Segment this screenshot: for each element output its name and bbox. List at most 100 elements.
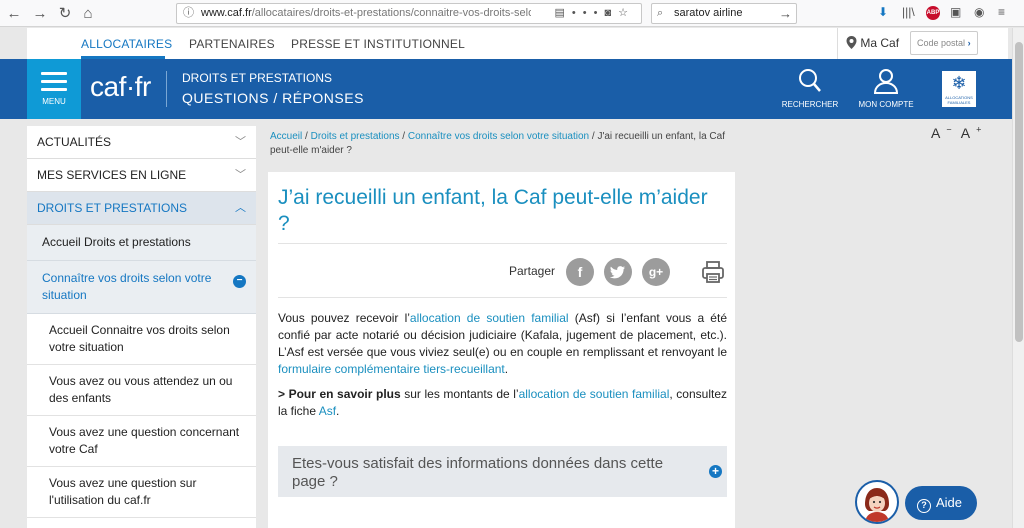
search-icon: ⌕ xyxy=(657,7,664,19)
share-bar: Partager f g+ xyxy=(278,257,727,287)
font-size-controls: A − A + xyxy=(931,124,987,141)
breadcrumb-link[interactable]: Connaître vos droits selon votre situati… xyxy=(408,131,589,142)
breadcrumb-separator: / xyxy=(302,131,311,142)
sidebar-toggle-icon[interactable]: ▣ xyxy=(950,5,961,19)
forward-arrow-icon[interactable]: → xyxy=(30,4,50,24)
scrollbar-thumb[interactable] xyxy=(1015,42,1023,342)
account-button[interactable]: MON COMPTE xyxy=(851,67,921,109)
menu-button[interactable]: MENU xyxy=(27,59,81,119)
google-plus-icon[interactable]: g+ xyxy=(642,258,670,286)
reload-icon[interactable]: ↻ xyxy=(55,4,75,24)
sidebar-sub-label: Accueil Droits et prestations xyxy=(42,235,191,249)
article-body: Vous pouvez recevoir l’allocation de sou… xyxy=(278,310,727,428)
download-icon[interactable]: ⬇ xyxy=(878,5,888,19)
help-button[interactable]: ? Aide xyxy=(905,486,977,520)
form-link[interactable]: formulaire complémentaire tiers-recueill… xyxy=(278,362,505,376)
location-pin-icon xyxy=(846,36,857,49)
hamburger-menu-icon[interactable]: ≡ xyxy=(998,5,1005,19)
satisfaction-survey-toggle[interactable]: Etes-vous satisfait des informations don… xyxy=(278,446,727,497)
twitter-icon[interactable] xyxy=(604,258,632,286)
top-navigation: ALLOCATAIRES PARTENAIRES PRESSE ET INSTI… xyxy=(27,28,1008,59)
sidebar-sub-connaitre[interactable]: Connaître vos droits selon votre situati… xyxy=(27,261,256,314)
section-title: QUESTIONS / RÉPONSES xyxy=(182,90,364,106)
reader-view-icon[interactable]: ▤ xyxy=(555,7,572,19)
url-path: /allocataires/droits-et-prestations/conn… xyxy=(251,7,531,19)
code-postal-placeholder: Code postal xyxy=(917,38,966,48)
nav-presse[interactable]: PRESSE ET INSTITUTIONNEL xyxy=(291,37,465,51)
browser-toolbar: ← → ↻ ⌂ ⓘ www.caf.fr/allocataires/droits… xyxy=(0,0,1024,27)
hamburger-icon xyxy=(41,72,67,96)
pocket-icon[interactable]: ◙ xyxy=(604,7,618,19)
sidebar-subsub-item[interactable]: Vous avez ou vous attendez un ou des enf… xyxy=(27,365,256,416)
asf-link[interactable]: allocation de soutien familial xyxy=(410,311,569,325)
satisfaction-question: Etes-vous satisfait des informations don… xyxy=(292,455,664,490)
decrease-font-button[interactable]: A − xyxy=(931,124,952,141)
ma-caf-label: Ma Caf xyxy=(860,36,900,50)
text-bold: > Pour en savoir plus xyxy=(278,387,401,401)
page-actions-icon[interactable]: ••• xyxy=(572,7,605,19)
sidebar-item-label: DROITS ET PRESTATIONS xyxy=(37,201,188,215)
divider xyxy=(278,297,727,298)
nav-partenaires[interactable]: PARTENAIRES xyxy=(189,37,275,51)
print-icon[interactable] xyxy=(701,260,725,284)
url-host: www.caf.fr xyxy=(201,7,252,19)
increase-font-button[interactable]: A + xyxy=(960,124,982,141)
page-title: J’ai recueilli un enfant, la Caf peut-el… xyxy=(278,186,708,235)
facebook-icon[interactable]: f xyxy=(566,258,594,286)
article-card: J’ai recueilli un enfant, la Caf peut-el… xyxy=(268,172,735,528)
logo-divider xyxy=(166,71,167,107)
breadcrumb-link[interactable]: Droits et prestations xyxy=(311,131,400,142)
search-label: RECHERCHER xyxy=(781,100,839,109)
share-label: Partager xyxy=(509,264,556,278)
section-subtitle: DROITS ET PRESTATIONS xyxy=(182,71,333,85)
question-icon: ? xyxy=(917,499,931,513)
user-icon xyxy=(873,69,899,94)
back-arrow-icon[interactable]: ← xyxy=(4,4,24,24)
increase-font-sign: + xyxy=(976,124,982,134)
paragraph: Vous pouvez recevoir l’allocation de sou… xyxy=(278,310,727,378)
home-icon[interactable]: ⌂ xyxy=(78,4,98,24)
asf-link[interactable]: allocation de soutien familial xyxy=(519,387,670,401)
collapse-icon[interactable]: − xyxy=(233,275,246,288)
search-icon xyxy=(799,69,821,92)
increase-font-letter: A xyxy=(960,124,971,141)
nav-allocataires[interactable]: ALLOCATAIRES xyxy=(81,37,172,51)
sidebar-item-services[interactable]: MES SERVICES EN LIGNE ﹀ xyxy=(27,159,256,192)
sidebar-item-label: ACTUALITÉS xyxy=(37,135,112,149)
extension-icon[interactable]: ◉ xyxy=(974,5,984,19)
chevron-down-icon: ﹀ xyxy=(235,169,246,181)
ma-caf-button[interactable]: Ma Caf xyxy=(837,28,907,59)
browser-search-box[interactable]: ⌕ saratov airline → xyxy=(651,3,797,24)
code-postal-input[interactable]: Code postal › xyxy=(910,31,978,55)
sidebar-item-droits[interactable]: DROITS ET PRESTATIONS ︿ xyxy=(27,192,256,225)
sidebar-subsub-item[interactable]: Vous changez de situation xyxy=(27,518,256,528)
site-header: MENU caf·fr DROITS ET PRESTATIONS QUESTI… xyxy=(0,59,1012,119)
sidebar-subsub-item[interactable]: Vous avez une question concernant votre … xyxy=(27,416,256,467)
breadcrumb-link[interactable]: Accueil xyxy=(270,131,302,142)
allocations-familiales-logo[interactable]: ❄ ALLOCATIONS FAMILIALES xyxy=(940,69,978,109)
sidebar-subsub-item[interactable]: Vous avez une question sur l'utilisation… xyxy=(27,467,256,518)
breadcrumb: Accueil / Droits et prestations / Connaî… xyxy=(270,130,730,158)
sidebar-sub-accueil[interactable]: Accueil Droits et prestations xyxy=(27,225,256,261)
help-label: Aide xyxy=(936,495,963,510)
page-scrollbar[interactable] xyxy=(1012,28,1024,528)
help-avatar[interactable] xyxy=(855,480,899,524)
address-bar[interactable]: ⓘ www.caf.fr/allocataires/droits-et-pres… xyxy=(176,3,642,24)
bookmark-star-icon[interactable]: ☆ xyxy=(618,7,635,19)
search-button[interactable]: RECHERCHER xyxy=(775,67,845,109)
paragraph: > Pour en savoir plus sur les montants d… xyxy=(278,386,727,420)
asf-sheet-link[interactable]: Asf xyxy=(319,404,336,418)
sidebar-item-actualites[interactable]: ACTUALITÉS ﹀ xyxy=(27,126,256,159)
info-icon[interactable]: ⓘ xyxy=(183,4,194,23)
browser-search-value: saratov airline xyxy=(674,7,743,19)
text-run: sur les montants de l’ xyxy=(400,387,519,401)
caf-logo[interactable]: caf·fr xyxy=(90,71,151,103)
search-go-arrow-icon[interactable]: → xyxy=(779,4,792,23)
allocations-brand-text: ALLOCATIONS FAMILIALES xyxy=(945,95,973,105)
text-run: . xyxy=(336,404,340,418)
expand-plus-icon: + xyxy=(709,465,722,478)
sidebar-subsub-item[interactable]: Accueil Connaitre vos droits selon votre… xyxy=(27,314,256,365)
chevron-right-icon: › xyxy=(967,38,971,48)
adblock-icon[interactable]: ABP xyxy=(926,6,940,20)
library-icon[interactable]: |||\ xyxy=(902,5,915,19)
